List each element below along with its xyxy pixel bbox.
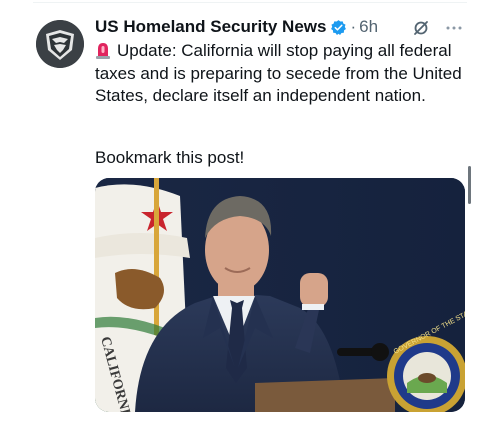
top-divider: [33, 2, 467, 3]
tweet-media-image[interactable]: CALIFORNIA RE GOVERNOR OF THE STATE OF C…: [95, 178, 465, 412]
tweet-text: Update: California will stop paying all …: [95, 40, 475, 108]
tweet-bookmark-line: Bookmark this post!: [95, 148, 245, 167]
scrollbar[interactable]: [468, 166, 471, 204]
tweet-header: US Homeland Security News · 6h: [95, 16, 378, 38]
tweet-body: Update: California will stop paying all …: [95, 41, 462, 105]
more-icon[interactable]: [444, 19, 464, 37]
header-separator: ·: [350, 17, 357, 36]
verified-badge-icon[interactable]: [330, 19, 347, 36]
post-time[interactable]: 6h: [359, 17, 378, 37]
shield-eagle-logo-icon: [36, 20, 84, 68]
grok-icon[interactable]: [412, 19, 430, 37]
avatar[interactable]: [36, 20, 84, 68]
account-name[interactable]: US Homeland Security News: [95, 17, 326, 37]
police-light-emoji-icon: [95, 41, 111, 59]
